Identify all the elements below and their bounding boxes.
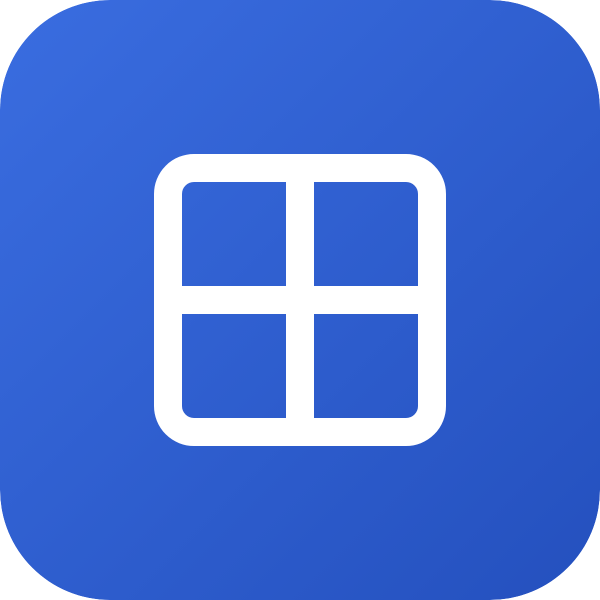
app-icon-background xyxy=(0,0,600,600)
app-icon[interactable] xyxy=(0,0,600,600)
